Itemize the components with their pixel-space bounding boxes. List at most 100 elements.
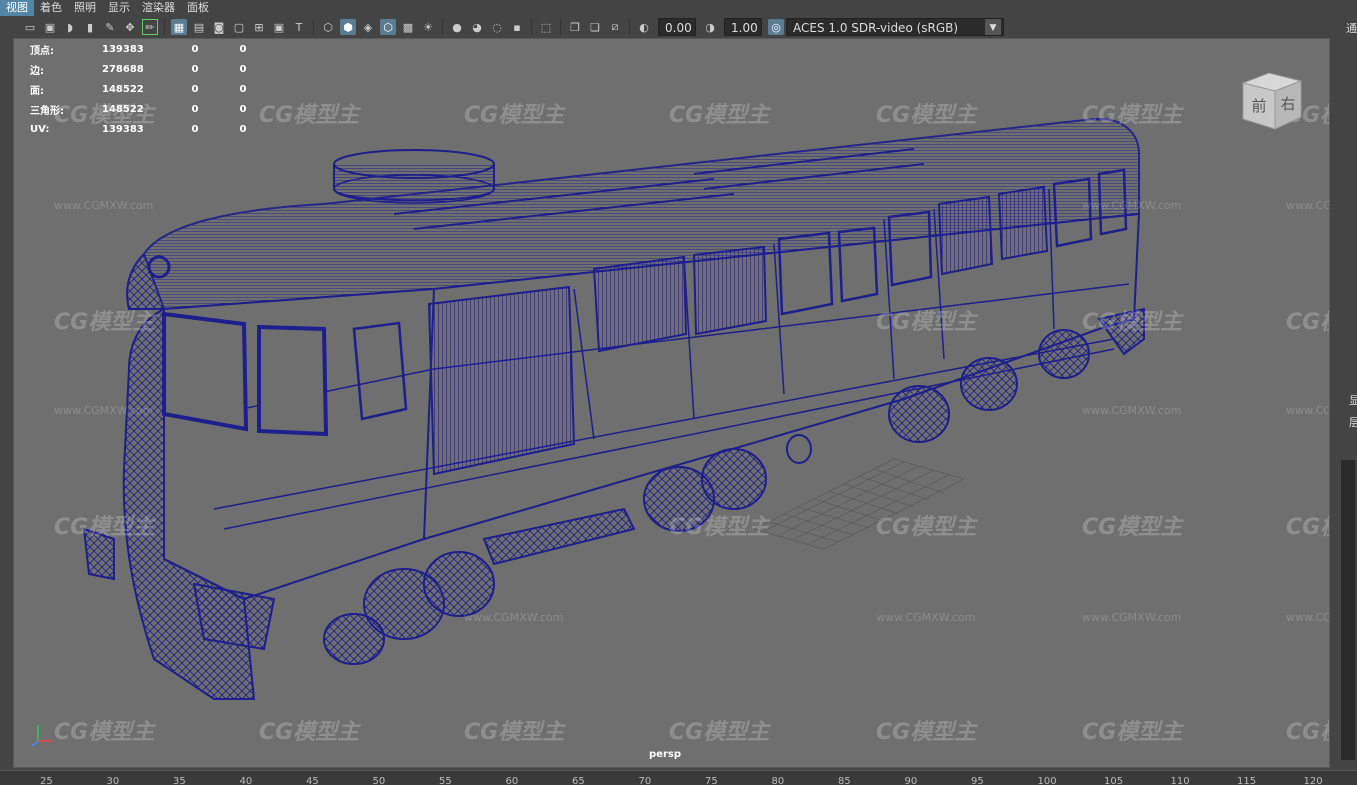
color-management-icon[interactable]: ◎ [768,19,784,35]
image-plane-icon[interactable]: ▮ [82,19,98,35]
chevron-down-icon: ▼ [985,19,1001,35]
hud-row-edges: 边: 278688 0 0 [30,59,258,79]
timeline-tick-label: 45 [306,776,319,785]
default-material-icon[interactable]: ◈ [360,19,376,35]
gamma-field[interactable]: 1.00 [724,18,762,36]
timeline-tick-label: 95 [971,776,984,785]
exposure-icon[interactable]: ◐ [636,19,652,35]
hud-value: 0 [239,103,247,115]
watermark: CG模型主 [259,103,360,128]
timeline-tick-label: 55 [439,776,452,785]
hud-row-faces: 面: 148522 0 0 [30,79,258,99]
toolbar-divider [560,19,561,35]
hud-value: 0 [239,83,247,95]
timeline-tick-label: 115 [1237,776,1257,785]
watermark: CG模型主 [54,310,155,335]
xray-joints-icon[interactable]: ❏ [587,19,603,35]
hud-row-triangles: 三角形: 148522 0 0 [30,99,258,119]
side-label-layer[interactable]: 层 [1349,414,1357,430]
watermark: CG模型主 [259,720,360,745]
camera-select-icon[interactable]: ▭ [22,19,38,35]
toolbar-divider [531,19,532,35]
wireframe-on-shaded-icon[interactable]: ⬡ [380,19,396,35]
lights-icon[interactable]: ☀ [420,19,436,35]
hud-row-uvs: UV: 139383 0 0 [30,119,258,139]
watermark: CG模型主 [1082,720,1183,745]
timeline-tick-label: 110 [1170,776,1190,785]
antialiasing-icon[interactable]: ▪ [509,19,525,35]
watermark-url: www.CGMXW.com [54,404,154,417]
hud-value: 148522 [102,103,144,115]
hud-row-vertices: 顶点: 139383 0 0 [30,39,258,59]
resolution-gate-icon[interactable]: ◙ [211,19,227,35]
menu-panels[interactable]: 面板 [181,0,215,16]
hud-label: 边: [30,65,44,77]
time-slider-ruler[interactable]: 25 30 35 40 45 50 55 60 65 70 75 80 85 90 95 100 105 110 1… [0,770,1357,785]
viewcube-right-label[interactable]: 右 [1280,95,1295,113]
menu-show[interactable]: 显示 [102,0,136,16]
film-gate-icon[interactable]: ▤ [191,19,207,35]
watermark: CG模型主 [1082,310,1183,335]
hud-value: 0 [191,43,199,55]
xray-components-icon[interactable]: ⧄ [607,19,623,35]
exposure-field[interactable]: 0.00 [658,18,696,36]
xray-icon[interactable]: ❐ [567,19,583,35]
2d-pan-icon[interactable]: ✥ [122,19,138,35]
ambient-occlusion-icon[interactable]: ◕ [469,19,485,35]
grid-icon[interactable]: ▦ [171,19,187,35]
watermark-url: www.CGMXW.com [464,611,564,624]
pencil-icon[interactable]: ✏ [142,19,158,35]
hud-value: 0 [239,63,247,75]
menu-bar: 视图 着色 照明 显示 渲染器 面板 [0,0,1357,16]
grease-pencil-icon[interactable]: ✎ [102,19,118,35]
menu-shading[interactable]: 着色 [34,0,68,16]
menu-view[interactable]: 视图 [0,0,34,16]
panel-toolbar: ▭ ▣ ◗ ▮ ✎ ✥ ✏ ▦ ▤ ◙ ▢ ⊞ ▣ T ⬡ ⬢ ◈ ⬡ ▩ ☀ … [0,16,1357,38]
hud-value: 0 [239,43,247,55]
watermark: CG模型主 [54,515,155,540]
timeline-tick-label: 120 [1303,776,1323,785]
side-grille [427,285,576,476]
view-transform-value: ACES 1.0 SDR-video (sRGB) [793,21,959,35]
view-transform-select[interactable]: ACES 1.0 SDR-video (sRGB) ▼ [786,18,1004,36]
side-label-display[interactable]: 显 [1349,392,1357,408]
bookmark-icon[interactable]: ◗ [62,19,78,35]
isolate-select-icon[interactable]: ⬚ [538,19,554,35]
toolbar-divider [164,19,165,35]
timeline-tick-label: 50 [372,776,386,785]
textured-icon[interactable]: ▩ [400,19,416,35]
watermark: CG模型主 [1082,103,1183,128]
viewcube-front-label[interactable]: 前 [1251,97,1266,115]
motion-blur-icon[interactable]: ◌ [489,19,505,35]
viewcube[interactable]: 前 右 [1239,69,1305,131]
watermark-url: www.CGMXW.com [876,611,976,624]
watermark: CG模型主 [876,103,977,128]
viewport-persp[interactable]: CG模型主 CG模型主 CG模型主 CG模型主 CG模型主 CG模型主 CG模型… [13,38,1330,768]
watermark-url: www.CGMXW.com [1082,199,1182,212]
safe-action-icon[interactable]: ▣ [271,19,287,35]
right-scrollbar[interactable] [1341,460,1355,760]
safe-title-icon[interactable]: T [291,19,307,35]
wireframe-icon[interactable]: ⬡ [320,19,336,35]
shadows-icon[interactable]: ● [449,19,465,35]
watermark: CG模型主 [669,103,770,128]
hud-value: 278688 [102,63,144,75]
smooth-shade-icon[interactable]: ⬢ [340,19,356,35]
timeline-tick-label: 35 [173,776,186,785]
menu-renderer[interactable]: 渲染器 [136,0,181,16]
watermark: CG模型主 [876,720,977,745]
camera-attributes-icon[interactable]: ▣ [42,19,58,35]
timeline-tick-label: 40 [239,776,253,785]
menu-lighting[interactable]: 照明 [68,0,102,16]
watermark-url: www.CGMXW.com [1286,199,1330,212]
timeline-tick-label: 25 [40,776,53,785]
field-chart-icon[interactable]: ⊞ [251,19,267,35]
watermark: CG模型主 [464,720,565,745]
gamma-icon[interactable]: ◑ [702,19,718,35]
watermark-url: www.CGMXW.com [1082,404,1182,417]
gate-mask-icon[interactable]: ▢ [231,19,247,35]
camera-label: persp [649,749,681,760]
watermark-url: www.CGMXW.com [1286,404,1330,417]
hud-value: 139383 [102,123,144,135]
hud-value: 0 [191,83,199,95]
